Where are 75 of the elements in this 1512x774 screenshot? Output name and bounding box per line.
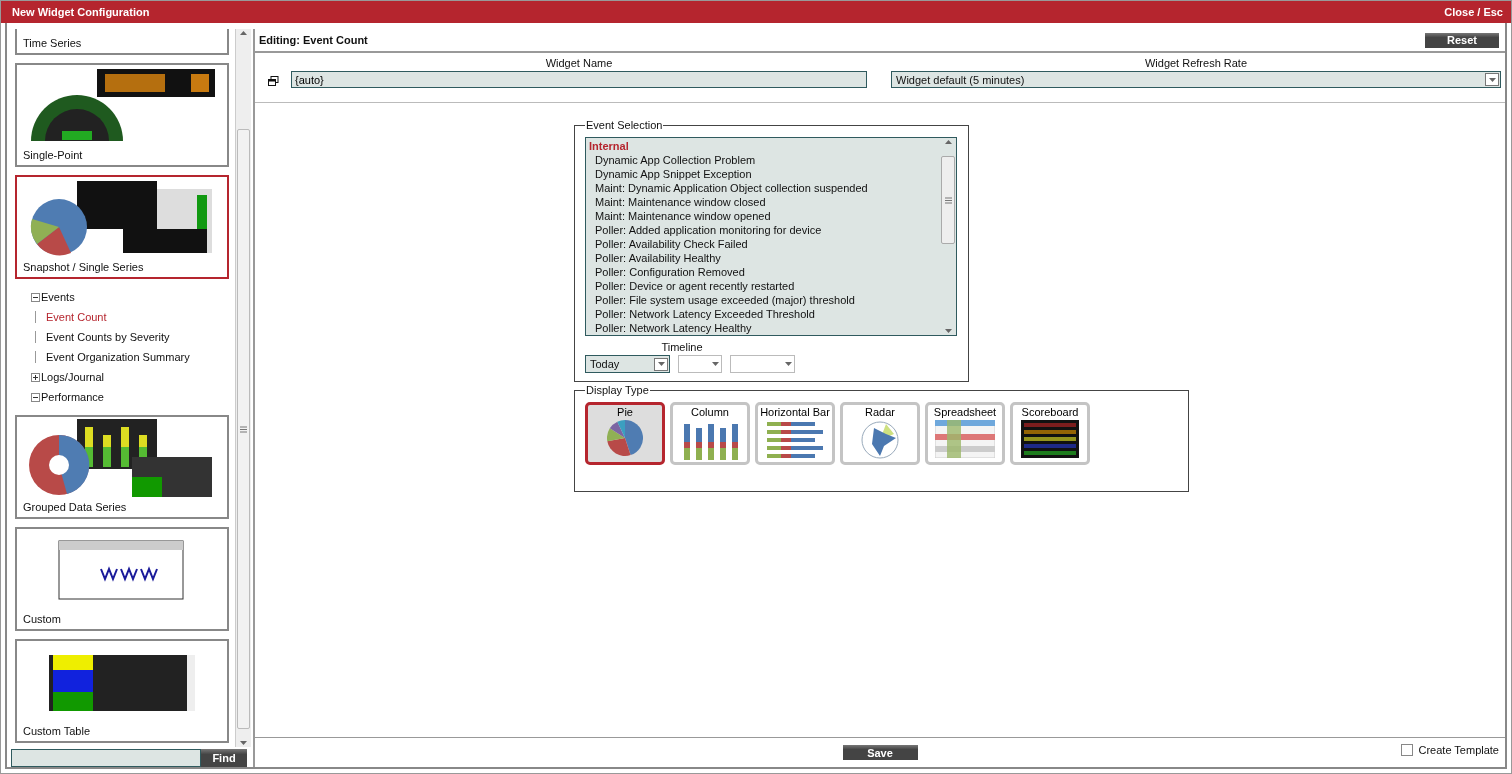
card-label: Time Series [23,37,83,49]
grip-icon [240,425,247,433]
refresh-rate-select[interactable]: Widget default (5 minutes) [891,71,1501,88]
tree-item[interactable]: Event Counts by Severity [35,331,170,343]
event-option[interactable]: Poller: Network Latency Healthy [589,321,937,335]
spreadsheet-icon [935,420,995,458]
timeline-select[interactable]: Today [585,355,670,373]
expand-icon[interactable] [31,372,40,382]
editing-heading: Editing: Event Count [259,34,368,46]
event-option[interactable]: Poller: Network Latency Exceeded Threshold [589,307,937,321]
close-link[interactable]: Close / Esc [1444,6,1503,18]
reset-button[interactable]: Reset [1425,32,1499,48]
scroll-up-icon [240,31,247,35]
scrollbar[interactable] [235,29,251,747]
event-option[interactable]: Maint: Maintenance window closed [589,195,937,209]
collapse-icon[interactable] [31,292,40,302]
tree-item[interactable]: Event Organization Summary [35,351,190,363]
event-option[interactable]: Maint: Maintenance window opened [589,209,937,223]
radar-chart-icon [860,420,900,460]
window-icon[interactable] [268,76,279,86]
event-option[interactable]: Poller: Availability Check Failed [589,237,937,251]
scroll-down-icon [240,741,247,745]
event-option[interactable]: Dynamic App Snippet Exception [589,167,937,181]
display-type-option[interactable]: Spreadsheet [925,402,1005,465]
timeline-label: Timeline [660,341,704,353]
scoreboard-icon [1021,420,1079,458]
display-type-option[interactable]: Horizontal Bar [755,402,835,465]
widget-type-card[interactable]: Snapshot / Single Series [15,175,229,279]
tree-group-label[interactable]: Logs/Journal [41,371,104,383]
display-type-option[interactable]: Radar [840,402,920,465]
scroll-up-icon [944,140,952,144]
widget-type-card[interactable]: Time Series [15,29,229,55]
event-list[interactable] [585,137,957,336]
widget-type-card[interactable]: Custom Table [15,639,229,743]
panel-legend: Display Type [585,384,650,396]
event-option[interactable]: Poller: Added application monitoring for device [589,223,937,237]
tree-item[interactable]: Event Count [35,311,107,323]
display-type-option[interactable]: Pie [585,402,665,465]
panel-legend: Event Selection [585,119,664,131]
widget-name-field[interactable]: {auto} [291,71,867,88]
find-button[interactable]: Find [201,749,247,767]
widget-type-card[interactable]: Grouped Data Series [15,415,229,519]
pie-chart-icon [607,420,643,456]
tree-group-label[interactable]: Events [41,291,75,303]
caret-icon [1488,77,1496,82]
grip-icon [944,196,952,204]
event-option[interactable]: Poller: Configuration Removed [589,265,937,279]
event-option[interactable]: Poller: Availability Healthy [589,251,937,265]
caret-icon [785,362,792,366]
tree-group-label[interactable]: Performance [41,391,104,403]
card-label: Single-Point [23,149,84,161]
card-label: Custom Table [23,725,92,737]
display-type-option[interactable]: Column [670,402,750,465]
caret-icon [657,362,665,366]
collapse-icon[interactable] [31,392,40,402]
scroll-down-icon [944,329,952,333]
card-label: Custom [23,613,62,625]
display-type-option[interactable]: Scoreboard [1010,402,1090,465]
field-label: Widget Refresh Rate [1143,57,1249,69]
field-label: Widget Name [544,57,614,69]
checkbox-label: Create Template [1418,744,1499,756]
card-label: Grouped Data Series [23,501,128,513]
window-title: New Widget Configuration [12,6,150,18]
save-button[interactable]: Save [842,745,918,760]
list-group-heading: Internal [589,139,630,153]
caret-icon [712,362,719,366]
widget-type-card[interactable]: Custom [15,527,229,631]
event-option[interactable]: Poller: File system usage exceeded (major) threshold [589,293,937,307]
create-template-checkbox[interactable] [1401,744,1414,756]
event-option[interactable]: Maint: Dynamic Application Object collection suspended [589,181,937,195]
find-field[interactable] [11,749,201,767]
event-option[interactable]: Dynamic App Collection Problem [589,153,937,167]
widget-type-card[interactable]: Single-Point [15,63,229,167]
card-label: Snapshot / Single Series [23,261,145,273]
event-option[interactable]: Poller: Device or agent recently restarted [589,279,937,293]
